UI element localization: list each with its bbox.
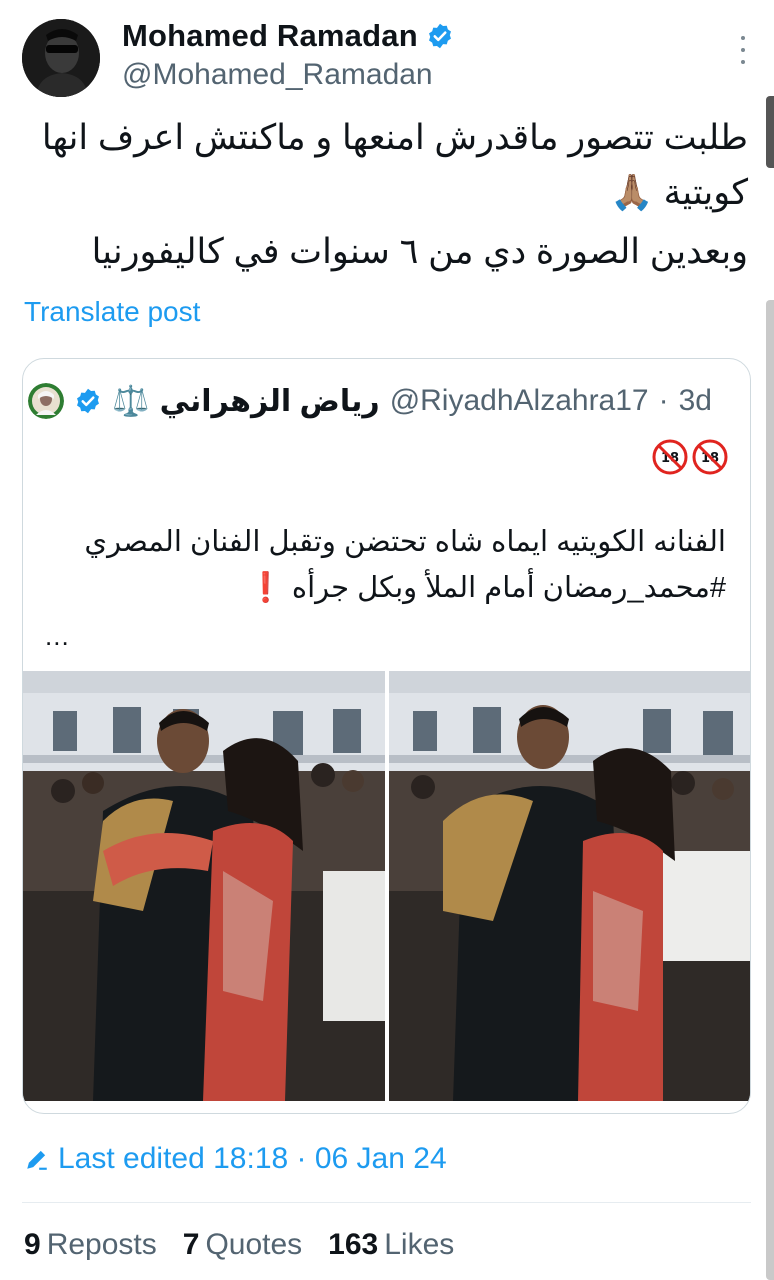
- tweet-header: Mohamed Ramadan @Mohamed_Ramadan: [22, 16, 762, 100]
- edit-history-link[interactable]: Last edited 18:18 · 06 Jan 24: [24, 1142, 447, 1176]
- author-handle[interactable]: @Mohamed_Ramadan: [122, 58, 433, 92]
- age-restricted-emojis: 18 18: [652, 439, 728, 475]
- exclamation-emoji: ❗: [247, 572, 284, 604]
- quoted-display-name[interactable]: رياض الزهراني: [160, 384, 380, 419]
- quoted-handle[interactable]: @RiyadhAlzahra17: [390, 384, 649, 418]
- quoted-text: الفنانه الكويتيه ايماه شاه تحتضن وتقبل ا…: [46, 519, 726, 611]
- quoted-photo[interactable]: [23, 671, 750, 1101]
- quoted-time[interactable]: 3d: [679, 384, 712, 418]
- edited-label[interactable]: Last edited 18:18 · 06 Jan 24: [58, 1142, 447, 1176]
- tweet-text: طلبت تتصور ماقدرش امنعها و ماكنتش اعرف ا…: [28, 110, 748, 279]
- quoted-text-line2: #محمد_رمضان أمام الملأ وبكل جرأه ❗: [46, 565, 726, 611]
- quotes-stat[interactable]: 7 Quotes: [183, 1228, 302, 1262]
- quoted-tweet-card[interactable]: 3d · @RiyadhAlzahra17 رياض الزهراني ⚖️ 1…: [22, 358, 751, 1114]
- quoted-separator: ·: [658, 384, 669, 417]
- likes-count: 163: [328, 1228, 379, 1261]
- hashtag-line[interactable]: #محمد_رمضان أمام الملأ وبكل جرأه: [292, 572, 726, 604]
- quotes-count: 7: [182, 1228, 200, 1261]
- reposts-label: Reposts: [46, 1228, 157, 1261]
- tweet-line: طلبت تتصور ماقدرش امنعها و ماكنتش اعرف ا…: [41, 118, 748, 157]
- scales-emoji: ⚖️: [112, 384, 150, 418]
- author-avatar[interactable]: [22, 19, 100, 97]
- divider: [22, 1202, 751, 1203]
- scrollbar-track[interactable]: [766, 300, 774, 1280]
- quoted-text-line: الفنانه الكويتيه ايماه شاه تحتضن وتقبل ا…: [84, 526, 726, 558]
- scrollbar-thumb[interactable]: [766, 96, 774, 168]
- author-name-row: Mohamed Ramadan: [122, 18, 454, 54]
- quotes-label: Quotes: [205, 1228, 303, 1261]
- more-vertical-icon[interactable]: [738, 36, 748, 64]
- no-under-18-icon: 18: [692, 439, 728, 475]
- likes-label: Likes: [384, 1228, 455, 1261]
- pencil-icon: [27, 1150, 47, 1170]
- tweet-line: كويتية 🙏🏽: [610, 173, 748, 212]
- reposts-count: 9: [24, 1228, 41, 1261]
- verified-badge-icon[interactable]: [426, 22, 454, 50]
- photo-image: [23, 671, 750, 1101]
- verified-badge-icon: [77, 388, 100, 414]
- show-more-ellipsis[interactable]: ...: [45, 621, 70, 652]
- quoted-avatar-image: [28, 383, 65, 419]
- tweet-line: وبعدين الصورة دي من ٦ سنوات في كاليفورني…: [91, 232, 748, 271]
- likes-stat[interactable]: 163 Likes: [328, 1228, 454, 1262]
- translate-post-link[interactable]: Translate post: [24, 296, 200, 328]
- quoted-avatar[interactable]: [28, 383, 65, 419]
- author-display-name[interactable]: Mohamed Ramadan: [122, 18, 418, 54]
- quoted-header: 3d · @RiyadhAlzahra17 رياض الزهراني ⚖️: [28, 383, 712, 419]
- reposts-stat[interactable]: 9 Reposts: [24, 1228, 157, 1262]
- avatar-image: [22, 19, 100, 97]
- engagement-stats: 9 Reposts 7 Quotes 163 Likes: [24, 1228, 454, 1262]
- no-under-18-icon: 18: [652, 439, 688, 475]
